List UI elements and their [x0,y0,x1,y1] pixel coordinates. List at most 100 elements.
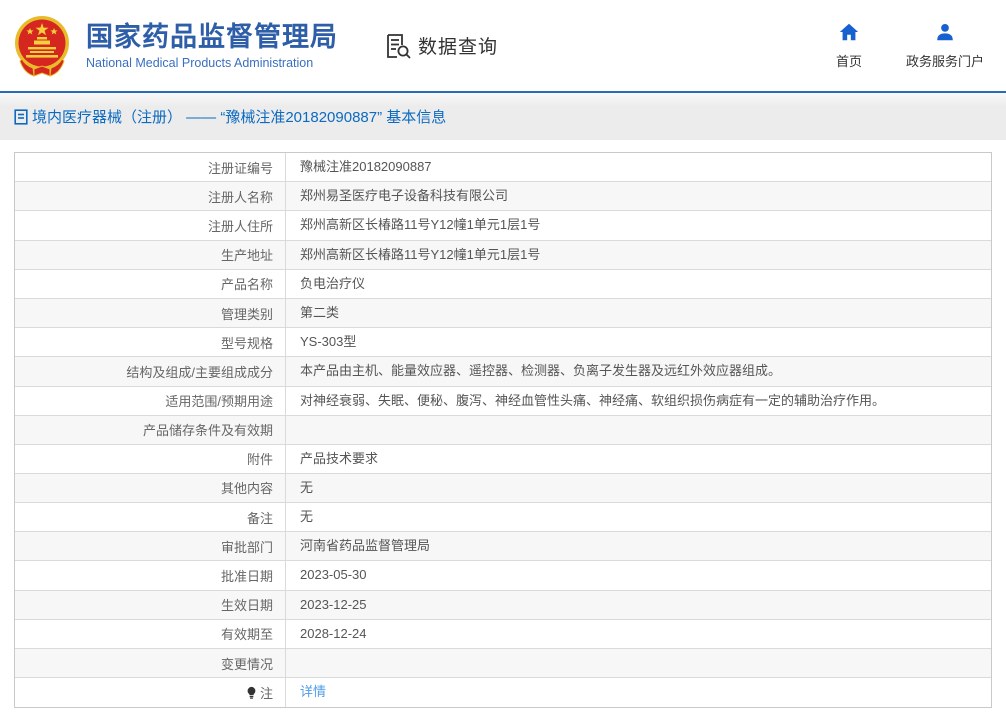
breadcrumb-band: 境内医疗器械（注册） —— “豫械注准20182090887” 基本信息 [0,93,1006,140]
table-row: 注册证编号 豫械注准20182090887 [15,153,991,183]
table-row: 有效期至 2028-12-24 [15,619,991,649]
row-value-text: 第二类 [300,304,340,320]
table-row: 适用范围/预期用途 对神经衰弱、失眠、便秘、腹泻、神经血管性头痛、神经痛、软组织损… [15,386,991,416]
table-row: 产品储存条件及有效期 [15,415,991,445]
row-label: 注册人名称 [15,182,286,211]
lightbulb-icon [245,686,258,699]
row-label-text: 批准日期 [220,569,273,585]
data-query-nav[interactable]: 数据查询 [384,32,498,60]
table-row: 型号规格 YS-303型 [15,328,991,358]
row-label: 批准日期 [15,561,286,590]
row-label: 生产地址 [15,240,286,269]
row-value [286,416,991,444]
row-value-text: 2023-05-30 [300,567,367,583]
table-row: 其他内容 无 [15,473,991,504]
row-value-text: YS-303型 [300,334,357,350]
row-label: 产品储存条件及有效期 [15,415,286,444]
row-label-text: 注册人名称 [207,189,273,205]
nav-item-portal[interactable]: 政务服务门户 [906,21,984,70]
row-value: 2023-12-25 [286,591,991,619]
info-table: 注册证编号 豫械注准20182090887 注册人名称 郑州易圣医疗电子设备科技有限公… [14,152,992,708]
row-value-text: 郑州高新区长椿路11号Y12幢1单元1层1号 [300,246,541,262]
row-label-text: 管理类别 [220,306,273,322]
row-label: 有效期至 [15,619,286,648]
table-row: 生产地址 郑州高新区长椿路11号Y12幢1单元1层1号 [15,240,991,270]
row-label: 审批部门 [15,532,286,561]
row-value: 豫械注准20182090887 [286,153,991,181]
row-label-text: 型号规格 [220,335,273,351]
row-label-text: 注 [259,686,273,701]
row-label-text: 有效期至 [220,627,273,643]
row-label: 管理类别 [15,298,286,328]
nav-item-label: 首页 [835,54,862,69]
site-header: 国家药品监督管理局 National Medical Products Admi… [0,0,1006,91]
row-value: 负电治疗仪 [286,270,991,298]
row-value: 郑州易圣医疗电子设备科技有限公司 [286,182,991,210]
row-label: 注 [15,678,286,707]
table-row: 注册人住所 郑州高新区长椿路11号Y12幢1单元1层1号 [15,211,991,241]
row-value: 2028-12-24 [286,620,991,648]
table-row: 注 详情 [15,678,991,707]
row-label-text: 适用范围/预期用途 [165,394,273,410]
table-row: 审批部门 河南省药品监督管理局 [15,532,991,562]
header-nav: 首页 政务服务门户 [836,21,990,70]
row-value-text: 2023-12-25 [300,596,367,612]
row-value: 无 [286,503,991,531]
row-value: 对神经衰弱、失眠、便秘、腹泻、神经血管性头痛、神经痛、软组织损伤病症有一定的辅助… [286,387,991,415]
row-label: 产品名称 [15,269,286,298]
row-label: 注册人住所 [15,211,286,240]
site-logo: 国家药品监督管理局 National Medical Products Admi… [10,13,338,79]
row-label: 生效日期 [15,590,286,619]
home-icon [839,23,859,41]
row-label-text: 注册人住所 [207,218,273,234]
row-value: YS-303型 [286,328,991,356]
row-value: 产品技术要求 [286,445,991,473]
row-label-text: 产品名称 [220,277,273,293]
table-row: 结构及组成/主要组成成分 本产品由主机、能量效应器、遥控器、检测器、负离子发生器及… [15,357,991,387]
table-row: 产品名称 负电治疗仪 [15,269,991,299]
table-row: 变更情况 [15,649,991,678]
row-label-text: 变更情况 [220,656,273,672]
row-value-text: 郑州易圣医疗电子设备科技有限公司 [300,188,509,204]
row-label-text: 结构及组成/主要组成成分 [126,364,273,380]
row-label: 适用范围/预期用途 [15,386,286,415]
table-row: 注册人名称 郑州易圣医疗电子设备科技有限公司 [15,182,991,212]
row-value-text: 无 [300,479,314,495]
row-label-text: 备注 [246,510,273,526]
nav-item-home[interactable]: 首页 [836,21,862,70]
table-row: 生效日期 2023-12-25 [15,590,991,620]
site-title-en: National Medical Products Administration [86,56,314,71]
table-row: 备注 无 [15,503,991,533]
row-value-text: 本产品由主机、能量效应器、遥控器、检测器、负离子发生器及远红外效应器组成。 [300,363,782,379]
site-title-zh: 国家药品监督管理局 [86,21,338,52]
row-value: 郑州高新区长椿路11号Y12幢1单元1层1号 [286,241,991,269]
row-value-text: 郑州高新区长椿路11号Y12幢1单元1层1号 [300,217,541,233]
detail-link[interactable]: 详情 [300,683,326,701]
row-label: 备注 [15,503,286,532]
row-label: 附件 [15,444,286,473]
row-value-text: 对神经衰弱、失眠、便秘、腹泻、神经血管性头痛、神经痛、软组织损伤病症有一定的辅助… [300,392,886,408]
row-value: 2023-05-30 [286,561,991,589]
row-value: 第二类 [286,299,991,327]
row-label-text: 产品储存条件及有效期 [142,423,273,439]
page-icon [14,108,28,125]
row-value [286,649,991,677]
row-label: 其他内容 [15,473,286,503]
data-query-label: 数据查询 [418,37,499,58]
row-value-text: 无 [300,509,314,525]
row-label-text: 其他内容 [220,481,273,497]
breadcrumb-text: 境内医疗器械（注册） —— “豫械注准20182090887” 基本信息 [32,109,447,126]
row-label: 型号规格 [15,328,286,357]
row-value: 详情 [286,678,991,707]
document-search-icon [387,33,411,59]
breadcrumb: 境内医疗器械（注册） —— “豫械注准20182090887” 基本信息 [14,106,446,127]
national-emblem-icon [15,15,69,77]
table-row: 批准日期 2023-05-30 [15,561,991,591]
row-value: 本产品由主机、能量效应器、遥控器、检测器、负离子发生器及远红外效应器组成。 [286,357,991,385]
row-value-text: 产品技术要求 [300,450,379,466]
row-label-text: 审批部门 [220,539,273,555]
row-value-text: 河南省药品监督管理局 [300,538,431,554]
row-label-text: 附件 [246,452,273,468]
row-value: 河南省药品监督管理局 [286,532,991,560]
nav-item-label: 政务服务门户 [905,54,984,69]
